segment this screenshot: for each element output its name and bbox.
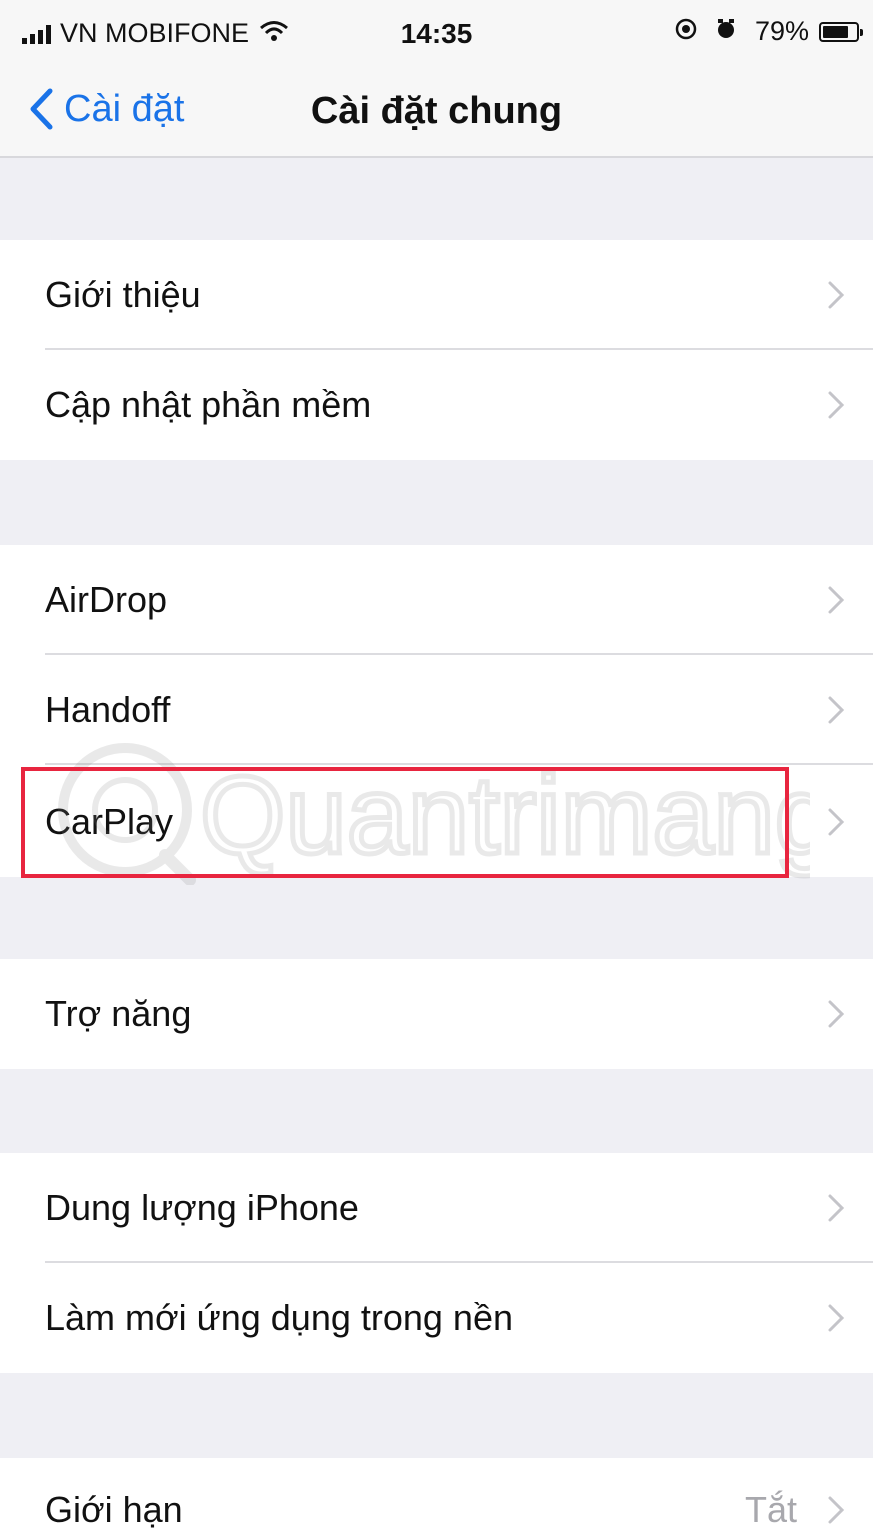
chevron-right-icon xyxy=(828,1000,845,1028)
chevron-right-icon xyxy=(828,696,845,724)
group-spacer xyxy=(0,1373,873,1458)
settings-row-restrictions[interactable]: Giới hạn Tắt xyxy=(0,1458,873,1529)
location-icon xyxy=(675,16,697,47)
status-left: VN MOBIFONE xyxy=(22,18,289,49)
chevron-right-icon xyxy=(828,808,845,836)
back-chevron-icon xyxy=(30,88,53,130)
chevron-right-icon xyxy=(828,586,845,614)
settings-row-airdrop[interactable]: AirDrop xyxy=(0,545,873,655)
settings-row-handoff[interactable]: Handoff xyxy=(0,655,873,765)
row-label: Trợ năng xyxy=(45,993,192,1034)
row-label: Giới thiệu xyxy=(45,274,201,315)
navigation-bar: Cài đặt Cài đặt chung xyxy=(0,68,873,158)
settings-row-iphone-storage[interactable]: Dung lượng iPhone xyxy=(0,1153,873,1263)
row-label: AirDrop xyxy=(45,579,168,620)
alarm-icon xyxy=(715,16,737,47)
row-label: Handoff xyxy=(45,689,171,730)
row-label: Giới hạn xyxy=(45,1489,183,1529)
chevron-right-icon xyxy=(828,1194,845,1222)
status-bar: VN MOBIFONE 14:35 79% xyxy=(0,0,873,68)
battery-percent: 79% xyxy=(754,16,809,46)
row-separator xyxy=(45,763,873,765)
group-spacer xyxy=(0,1069,873,1153)
row-label: CarPlay xyxy=(45,801,174,842)
chevron-right-icon xyxy=(828,1304,845,1332)
chevron-right-icon xyxy=(828,281,845,309)
chevron-right-icon xyxy=(828,391,845,419)
battery-fill xyxy=(823,25,848,38)
settings-row-software-update[interactable]: Cập nhật phần mềm xyxy=(0,350,873,460)
back-button-label: Cài đặt xyxy=(64,87,185,130)
group-spacer xyxy=(0,460,873,545)
settings-row-background-app-refresh[interactable]: Làm mới ứng dụng trong nền xyxy=(0,1263,873,1373)
row-label: Cập nhật phần mềm xyxy=(45,384,372,425)
back-button[interactable]: Cài đặt xyxy=(28,82,184,136)
wifi-icon xyxy=(259,18,289,49)
chevron-right-icon xyxy=(828,1496,845,1524)
status-right: 79% xyxy=(675,16,863,47)
row-value: Tắt xyxy=(744,1489,797,1529)
settings-row-accessibility[interactable]: Trợ năng xyxy=(0,959,873,1069)
settings-screen: VN MOBIFONE 14:35 79% Cài đặt Cài đặt ch… xyxy=(0,0,873,1529)
cellular-signal-icon xyxy=(22,24,54,44)
settings-row-about[interactable]: Giới thiệu xyxy=(0,240,873,350)
row-label: Làm mới ứng dụng trong nền xyxy=(45,1297,513,1338)
group-spacer xyxy=(0,877,873,959)
battery-icon xyxy=(819,21,863,42)
group-spacer xyxy=(0,158,873,240)
carrier-name: VN MOBIFONE xyxy=(60,18,250,48)
row-label: Dung lượng iPhone xyxy=(45,1187,359,1228)
settings-row-carplay[interactable]: CarPlay xyxy=(0,767,873,877)
